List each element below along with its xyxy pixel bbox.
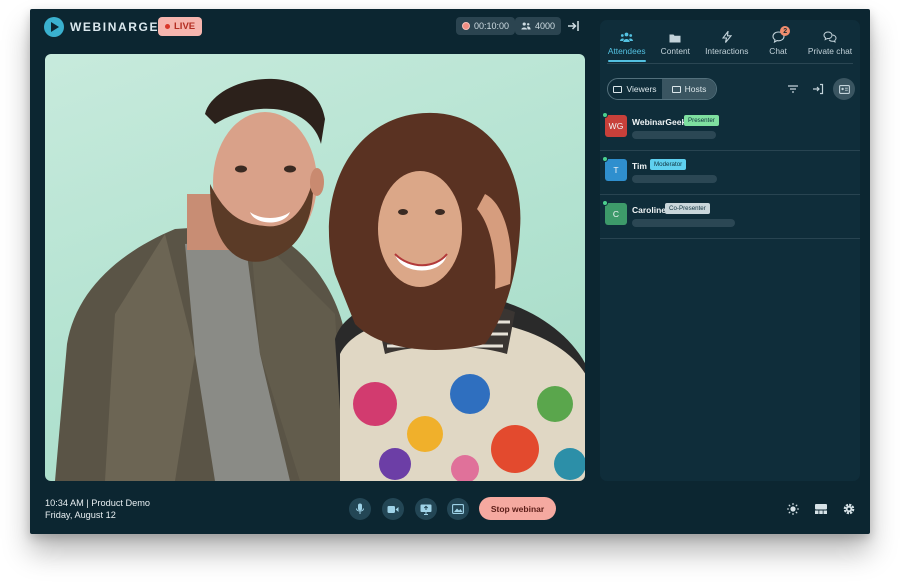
- attendee-count-value: 4000: [535, 21, 556, 31]
- session-time-title: 10:34 AM | Product Demo: [45, 498, 151, 508]
- role-badge: Presenter: [684, 115, 719, 126]
- microphone-button[interactable]: [349, 498, 371, 520]
- tab-private-chat[interactable]: Private chat: [808, 20, 852, 60]
- tab-private-chat-label: Private chat: [807, 46, 853, 56]
- live-dot-icon: [165, 24, 170, 29]
- video-stage: [45, 54, 585, 481]
- hosts-label: Hosts: [684, 84, 707, 94]
- tab-interactions[interactable]: Interactions: [705, 20, 748, 60]
- tab-attendees[interactable]: Attendees: [607, 20, 646, 62]
- host-detail-placeholder: [632, 219, 735, 227]
- hosts-toggle-button[interactable]: Hosts: [662, 79, 716, 99]
- id-card-icon: [838, 84, 850, 94]
- presenters-video: [55, 78, 585, 481]
- host-row[interactable]: T Tim Moderator: [600, 151, 860, 195]
- session-date: Friday, August 12: [45, 510, 116, 520]
- play-logo-icon: [44, 17, 64, 37]
- camera-button[interactable]: [382, 498, 404, 520]
- presenter-woman-figure: [328, 112, 585, 481]
- tab-content[interactable]: Content: [657, 20, 693, 60]
- image-icon: [452, 504, 464, 514]
- screen-share-icon: [420, 504, 432, 515]
- attendee-counter: 4000: [515, 17, 562, 35]
- webinar-studio-window: WEBINARGEEK LIVE 00:10:00 4000 Attendees…: [30, 9, 870, 534]
- online-status-icon: [602, 156, 608, 162]
- background-image-button[interactable]: [447, 498, 469, 520]
- private-chat-icon: [823, 31, 837, 43]
- microphone-icon: [356, 503, 364, 514]
- host-name: Caroline: [632, 205, 667, 215]
- tab-attendees-label: Attendees: [607, 46, 646, 56]
- leave-icon[interactable]: [566, 19, 580, 33]
- panel-tabs: Attendees Content Interactions Chat 2 Pr…: [600, 20, 860, 62]
- tab-chat-label: Chat: [769, 46, 787, 56]
- host-row[interactable]: C Caroline Co-Presenter: [600, 195, 860, 239]
- viewers-icon: [613, 85, 623, 93]
- hosts-icon: [671, 85, 681, 93]
- role-badge: Co-Presenter: [665, 203, 710, 214]
- screen-share-button[interactable]: [415, 498, 437, 520]
- viewers-toggle-button[interactable]: Viewers: [608, 79, 662, 99]
- host-name: WebinarGeek: [632, 117, 687, 127]
- layout-icon[interactable]: [814, 502, 828, 516]
- export-icon[interactable]: [812, 83, 824, 95]
- camera-icon: [387, 505, 399, 513]
- avatar: WG: [605, 115, 627, 137]
- profile-card-button[interactable]: [833, 78, 855, 100]
- session-info: 10:34 AM | Product Demo Friday, August 1…: [45, 497, 150, 521]
- settings-gear-icon[interactable]: [842, 502, 856, 516]
- filter-icon[interactable]: [787, 83, 799, 95]
- host-row[interactable]: WG WebinarGeek Presenter: [600, 107, 860, 151]
- attendees-icon: [620, 32, 634, 42]
- viewer-host-toggle: Viewers Hosts: [607, 78, 717, 100]
- stop-webinar-button[interactable]: Stop webinar: [479, 497, 556, 520]
- attendees-panel: Attendees Content Interactions Chat 2 Pr…: [600, 20, 860, 481]
- live-label: LIVE: [174, 21, 196, 32]
- chat-unread-badge: 2: [780, 26, 791, 36]
- timer-value: 00:10:00: [474, 21, 510, 31]
- avatar: C: [605, 203, 627, 225]
- folder-icon: [669, 34, 681, 43]
- host-name: Tim: [632, 161, 647, 171]
- tab-interactions-label: Interactions: [705, 46, 749, 56]
- presenter-man-figure: [55, 78, 357, 481]
- host-detail-placeholder: [632, 175, 717, 183]
- tab-chat[interactable]: Chat 2: [760, 20, 796, 60]
- role-badge: Moderator: [650, 159, 687, 170]
- online-status-icon: [602, 112, 608, 118]
- lightning-icon: [721, 31, 732, 43]
- live-badge: LIVE: [158, 17, 203, 36]
- record-icon: [462, 22, 470, 30]
- brightness-icon[interactable]: [786, 502, 800, 516]
- tabs-divider: [607, 63, 853, 64]
- tab-content-label: Content: [660, 46, 691, 56]
- people-icon: [521, 22, 531, 30]
- host-detail-placeholder: [632, 131, 716, 139]
- viewers-label: Viewers: [626, 84, 657, 94]
- avatar: T: [605, 159, 627, 181]
- online-status-icon: [602, 200, 608, 206]
- recording-timer: 00:10:00: [456, 17, 516, 35]
